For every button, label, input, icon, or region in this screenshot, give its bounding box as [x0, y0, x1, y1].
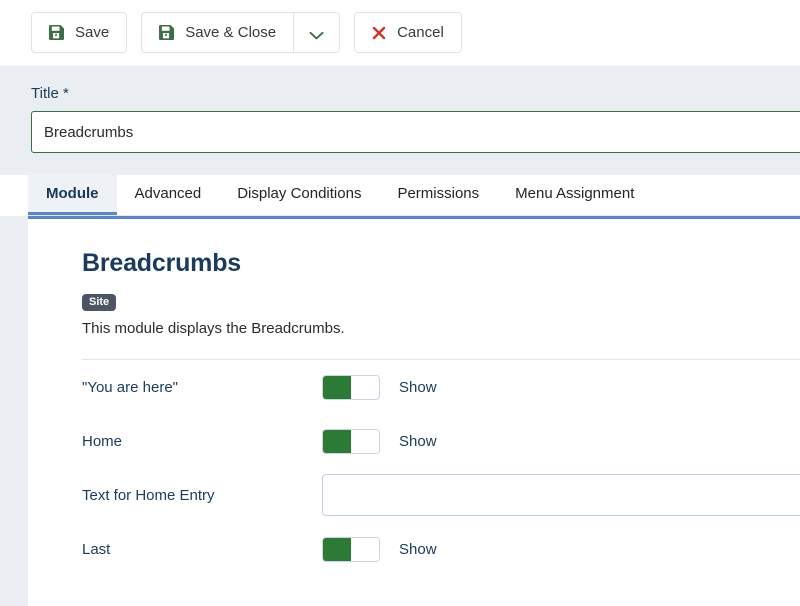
toggle-home[interactable]: [322, 428, 380, 454]
toggle-off-segment: [351, 375, 379, 399]
form-row: Home Show: [82, 414, 800, 468]
tab-module[interactable]: Module: [28, 175, 117, 215]
tab-advanced[interactable]: Advanced: [116, 175, 220, 215]
required-marker: *: [62, 85, 69, 102]
toggle-state-label-last: Show: [399, 540, 437, 558]
title-bar: Title *: [0, 66, 800, 175]
toggle-on-segment: [323, 537, 351, 561]
tab-menu-assignment[interactable]: Menu Assignment: [497, 175, 653, 215]
toggle-on-segment: [323, 375, 351, 399]
floppy-disk-icon: [159, 25, 175, 40]
field-label-text-for-home-entry: Text for Home Entry: [82, 486, 215, 504]
cancel-button-label: Cancel: [397, 24, 444, 41]
chevron-down-icon: [309, 28, 324, 39]
tab-menu-assignment-label: Menu Assignment: [515, 185, 635, 202]
tab-permissions-label: Permissions: [397, 185, 480, 202]
tab-permissions[interactable]: Permissions: [379, 175, 498, 215]
tab-bar: Module Advanced Display Conditions Permi…: [0, 175, 800, 216]
toggle-off-segment: [351, 429, 379, 453]
save-button-label: Save: [75, 24, 110, 41]
cancel-button[interactable]: Cancel: [354, 12, 462, 53]
save-close-button-group: Save & Close: [141, 12, 341, 53]
save-options-dropdown-button[interactable]: [293, 12, 341, 53]
module-panel: Breadcrumbs Site This module displays th…: [28, 216, 800, 606]
field-control-home: Show: [322, 428, 800, 454]
toggle-on-segment: [323, 429, 351, 453]
field-label-you-are-here: "You are here": [82, 378, 178, 396]
tab-display-conditions[interactable]: Display Conditions: [219, 175, 380, 215]
page-body: Breadcrumbs Site This module displays th…: [0, 216, 800, 606]
toggle-you-are-here[interactable]: [322, 374, 380, 400]
field-label-last: Last: [82, 540, 111, 558]
field-control-last: Show: [322, 536, 800, 562]
editor-toolbar: Save Save & Close Cancel: [0, 0, 800, 66]
toggle-state-label-home: Show: [399, 432, 437, 450]
toggle-off-segment: [351, 537, 379, 561]
field-label-home: Home: [82, 432, 123, 450]
page-title: Breadcrumbs: [82, 249, 241, 277]
field-control-you-are-here: Show: [322, 374, 800, 400]
status-badge: Site: [82, 294, 117, 311]
left-gutter: [0, 216, 28, 606]
form-row: Text for Home Entry: [82, 468, 800, 522]
text-for-home-entry-input[interactable]: [322, 474, 800, 516]
floppy-disk-icon: [49, 25, 64, 40]
title-label-text: Title: [31, 85, 59, 102]
module-description: This module displays the Breadcrumbs.: [82, 320, 345, 337]
close-x-icon: [372, 26, 386, 40]
tab-module-label: Module: [46, 185, 99, 202]
tab-list: Module Advanced Display Conditions Permi…: [28, 175, 800, 216]
form-row: Last Show: [82, 522, 800, 576]
save-and-close-button[interactable]: Save & Close: [141, 12, 294, 53]
tab-advanced-label: Advanced: [134, 185, 202, 202]
save-and-close-button-label: Save & Close: [185, 24, 277, 41]
toggle-last[interactable]: [322, 536, 380, 562]
field-control-text-for-home-entry: [322, 474, 800, 516]
tab-display-conditions-label: Display Conditions: [237, 185, 362, 202]
form-row: "You are here" Show: [82, 360, 800, 414]
title-field-label: Title *: [31, 85, 800, 102]
save-button[interactable]: Save: [31, 12, 128, 53]
toggle-state-label-you-are-here: Show: [399, 378, 437, 396]
title-input[interactable]: [31, 111, 800, 153]
